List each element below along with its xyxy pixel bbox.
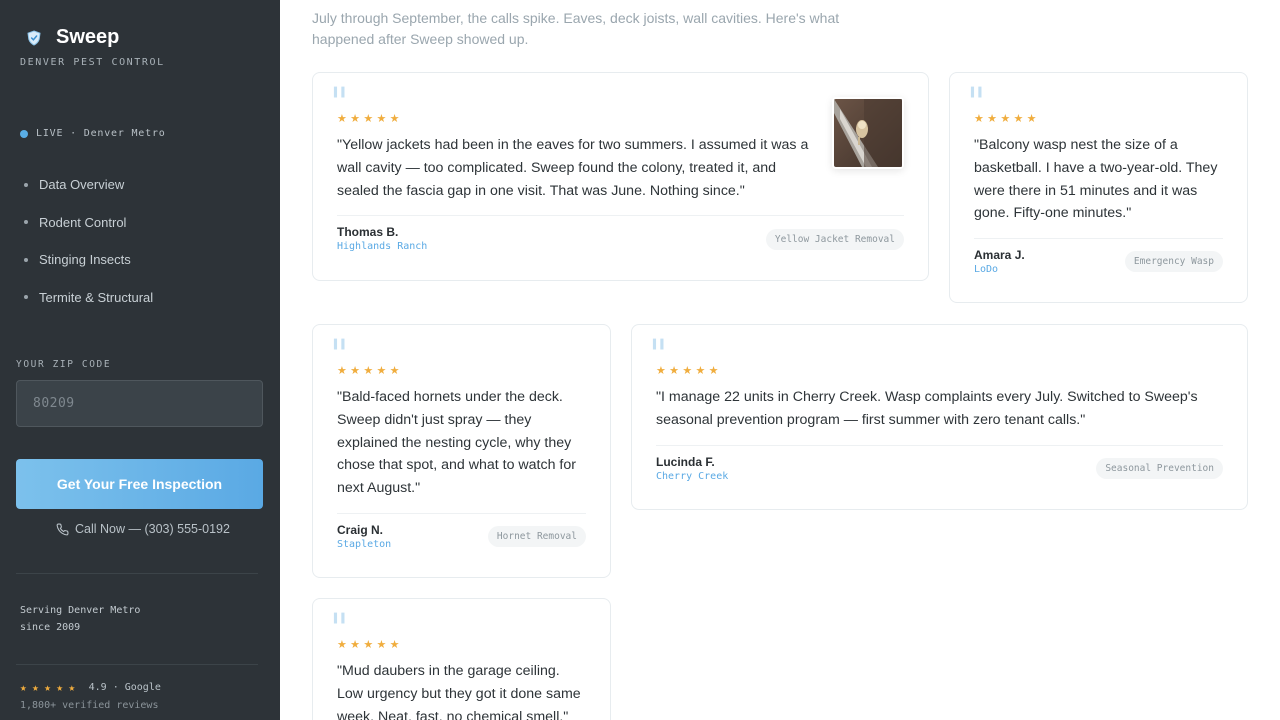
- sidebar-nav: Data Overview Rodent Control Stinging In…: [24, 166, 153, 316]
- bullet-icon: [24, 257, 28, 262]
- app: Sweep DENVER PEST CONTROL LIVE · Denver …: [0, 0, 1280, 720]
- call-now-label: Call Now — (303) 555-0192: [75, 522, 230, 536]
- nav-item-termite-structural[interactable]: Termite & Structural: [24, 279, 153, 317]
- nav-item-label: Stinging Insects: [39, 252, 131, 268]
- service-tag: Hornet Removal: [487, 526, 586, 547]
- testimonial-author: Thomas B.: [337, 225, 399, 239]
- card-divider: [337, 215, 904, 216]
- live-dot-icon: [20, 129, 28, 138]
- card-divider: [974, 238, 1223, 239]
- testimonial-author: Lucinda F.: [656, 455, 715, 469]
- nav-item-data-overview[interactable]: Data Overview: [24, 166, 153, 204]
- testimonial-card: " ★★★★★ "Mud daubers in the garage ceili…: [312, 598, 611, 720]
- testimonial-location: Stapleton: [337, 539, 392, 550]
- rating-text: 4.9 · Google: [88, 682, 161, 693]
- reviews-count: 1,800+ verified reviews: [20, 700, 159, 711]
- brand[interactable]: Sweep: [26, 26, 119, 49]
- serving-text: Serving Denver Metro since 2009: [20, 602, 140, 636]
- live-status: LIVE · Denver Metro: [20, 128, 166, 139]
- testimonial-author: Amara J.: [974, 248, 1025, 262]
- testimonial-card: " ★★★★★ "I manage 22 units in Cherry Cre…: [631, 324, 1248, 510]
- card-divider: [337, 513, 586, 514]
- free-inspection-button[interactable]: Get Your Free Inspection: [16, 459, 263, 509]
- bullet-icon: [24, 182, 28, 187]
- testimonial-quote: "Yellow jackets had been in the eaves fo…: [337, 137, 809, 199]
- nav-item-rodent-control[interactable]: Rodent Control: [24, 204, 153, 242]
- star-rating: ★★★★★: [337, 639, 403, 651]
- sidebar: Sweep DENVER PEST CONTROL LIVE · Denver …: [0, 0, 280, 720]
- nest-photo: [834, 99, 902, 167]
- zip-label: YOUR ZIP CODE: [16, 359, 112, 370]
- service-tag: Emergency Wasp: [1124, 251, 1223, 272]
- testimonial-quote: "Mud daubers in the garage ceiling. Low …: [337, 663, 581, 720]
- testimonial-quote: "Bald-faced hornets under the deck. Swee…: [337, 389, 576, 497]
- zip-input[interactable]: [16, 380, 263, 427]
- brand-name: Sweep: [56, 26, 120, 48]
- serving-line: Serving Denver Metro: [20, 605, 141, 616]
- testimonial-card: " ★★★★★ "Bald-faced hornets under the de…: [312, 324, 611, 578]
- phone-icon: [56, 523, 69, 535]
- nav-item-label: Rodent Control: [39, 214, 127, 230]
- testimonial-location: LoDo: [974, 264, 999, 275]
- nav-item-label: Data Overview: [39, 177, 125, 193]
- serving-line: since 2009: [20, 622, 81, 633]
- nav-item-label: Termite & Structural: [39, 289, 154, 305]
- brand-subtitle: DENVER PEST CONTROL: [20, 57, 165, 68]
- card-divider: [656, 445, 1223, 446]
- testimonial-location: Cherry Creek: [656, 471, 729, 482]
- testimonial-quote: "Balcony wasp nest the size of a basketb…: [974, 137, 1218, 222]
- nest-photo-thumbnail[interactable]: [832, 97, 904, 169]
- live-status-text: LIVE · Denver Metro: [36, 128, 166, 139]
- testimonial-card: " ★★★★★ "Balcony wasp nest the size of a…: [949, 72, 1248, 303]
- shield-icon: [26, 29, 42, 46]
- testimonial-location: Highlands Ranch: [337, 241, 428, 252]
- bullet-icon: [24, 220, 28, 225]
- testimonial-card: " ★★★★★ "Yellow jackets had been in the …: [312, 72, 929, 281]
- sidebar-divider: [16, 573, 258, 574]
- star-rating: ★★★★★: [337, 113, 403, 125]
- service-tag: Yellow Jacket Removal: [765, 229, 904, 250]
- star-rating: ★★★★★: [974, 113, 1040, 125]
- sidebar-divider: [16, 664, 258, 665]
- testimonial-quote: "I manage 22 units in Cherry Creek. Wasp…: [656, 389, 1198, 428]
- intro-text: July through September, the calls spike.…: [312, 10, 840, 47]
- testimonial-author: Craig N.: [337, 523, 384, 537]
- star-icon: ★★★★★: [20, 681, 81, 694]
- bullet-icon: [24, 295, 28, 300]
- star-rating: ★★★★★: [337, 365, 403, 377]
- nav-item-stinging-insects[interactable]: Stinging Insects: [24, 241, 153, 279]
- google-rating: ★★★★★ 4.9 · Google: [20, 681, 161, 694]
- main-content: July through September, the calls spike.…: [280, 0, 1280, 720]
- service-tag: Seasonal Prevention: [1096, 458, 1223, 479]
- call-now-link[interactable]: Call Now — (303) 555-0192: [56, 522, 230, 536]
- star-rating: ★★★★★: [656, 365, 722, 377]
